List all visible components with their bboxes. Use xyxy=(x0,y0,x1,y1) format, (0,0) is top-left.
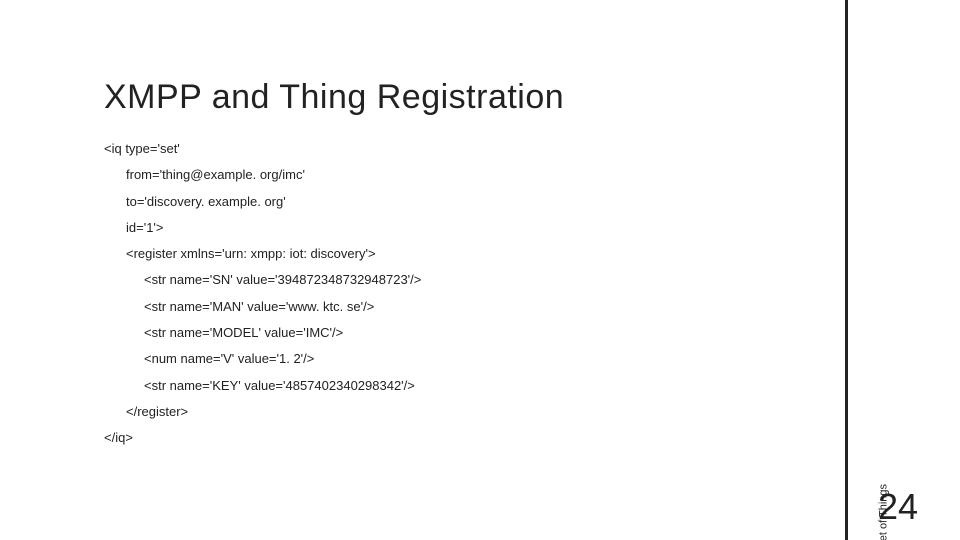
slide: XMPP and Thing Registration <iq type='se… xyxy=(0,0,960,540)
code-line: </register> xyxy=(104,405,421,419)
code-line: <str name='KEY' value='4857402340298342'… xyxy=(104,379,421,393)
code-line: id='1'> xyxy=(104,221,421,235)
code-line: <iq type='set' xyxy=(104,142,421,156)
slide-title: XMPP and Thing Registration xyxy=(104,78,564,117)
code-line: to='discovery. example. org' xyxy=(104,195,421,209)
vertical-divider xyxy=(845,0,848,540)
code-line: </iq> xyxy=(104,431,421,445)
code-line: <num name='V' value='1. 2'/> xyxy=(104,352,421,366)
code-line: <str name='MODEL' value='IMC'/> xyxy=(104,326,421,340)
code-line: <str name='SN' value='394872348732948723… xyxy=(104,273,421,287)
code-line: <str name='MAN' value='www. ktc. se'/> xyxy=(104,300,421,314)
slide-body: <iq type='set' from='thing@example. org/… xyxy=(104,142,421,458)
page-number: 24 xyxy=(878,486,918,528)
code-line: <register xmlns='urn: xmpp: iot: discove… xyxy=(104,247,421,261)
code-line: from='thing@example. org/imc' xyxy=(104,168,421,182)
